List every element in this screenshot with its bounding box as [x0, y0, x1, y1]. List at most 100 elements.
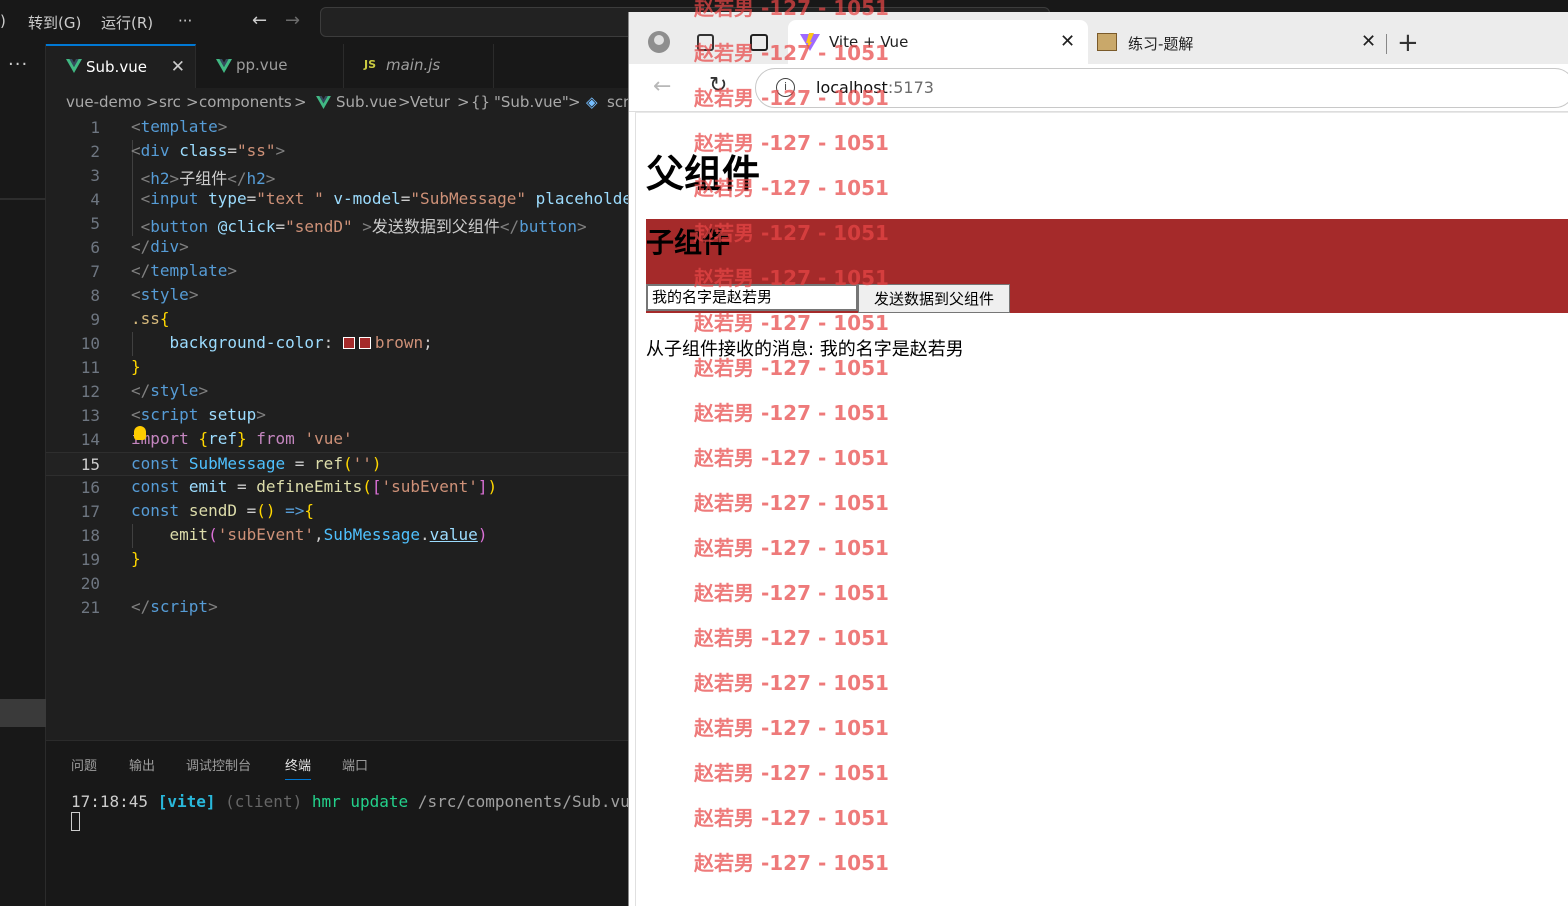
- line-number: 2: [90, 142, 100, 161]
- panel-tab-output[interactable]: 输出: [129, 755, 155, 774]
- code-line: 12 </style>: [46, 380, 646, 404]
- line-number: 1: [90, 118, 100, 137]
- breadcrumb-sep: >: [186, 93, 199, 111]
- site-favicon: [1097, 33, 1117, 51]
- url-text: localhost:5173: [816, 78, 934, 97]
- new-tab-button[interactable]: +: [1397, 28, 1419, 58]
- browser-window: Vite + Vue ✕ 练习-题解 ✕ + ← ↻ i localhost:5…: [628, 12, 1568, 906]
- bottom-panel: 问题 输出 调试控制台 终端 端口 17:18:45 [vite] (clien…: [46, 740, 646, 906]
- code-line: 17 const sendD =() =>{: [46, 500, 646, 524]
- parent-heading: 父组件: [646, 152, 761, 196]
- vertical-tabs-icon[interactable]: [750, 34, 768, 51]
- editor-tab-bar: Sub.vue ✕ pp.vue JS main.js: [46, 44, 646, 88]
- line-number: 21: [80, 598, 100, 617]
- breadcrumb-sep: >: [398, 93, 411, 111]
- code-line: 7 </template>: [46, 260, 646, 284]
- tab-label: main.js: [386, 56, 441, 74]
- page-viewport: 父组件 子组件 我的名字是赵若男 发送数据到父组件 从子组件接收的消息: 我的名…: [635, 112, 1568, 906]
- breadcrumb-item[interactable]: Vetur: [410, 93, 450, 111]
- line-number: 18: [80, 526, 100, 545]
- arrow-right-icon[interactable]: →: [285, 10, 300, 31]
- menu-item-goto[interactable]: 转到(G): [28, 12, 81, 33]
- browser-tab-vite[interactable]: Vite + Vue ✕: [788, 20, 1088, 64]
- browser-tab-practice[interactable]: 练习-题解 ✕: [1091, 20, 1381, 64]
- divider: [1386, 34, 1387, 54]
- screen: ) 转到(G) 运行(R) ··· ← → ··· Sub.vue ✕ pp.v…: [0, 0, 1568, 906]
- color-swatch[interactable]: [342, 337, 355, 349]
- close-icon[interactable]: ✕: [1060, 31, 1075, 52]
- activity-bar: ···: [0, 44, 46, 906]
- menu-item-run[interactable]: 运行(R): [101, 12, 153, 33]
- code-line: 13 <script setup>: [46, 404, 646, 428]
- cube-icon: ◈: [586, 93, 598, 111]
- code-line: 11}: [46, 356, 646, 380]
- more-icon[interactable]: ···: [8, 54, 28, 75]
- breadcrumb-sep: >: [568, 93, 581, 111]
- line-number: 7: [90, 262, 100, 281]
- url-input[interactable]: i localhost:5173: [755, 68, 1568, 108]
- line-number: 6: [90, 238, 100, 257]
- child-heading: 子组件: [646, 226, 731, 259]
- code-line: 21 </script>: [46, 596, 646, 620]
- breadcrumb-sep: >: [294, 93, 307, 111]
- line-number: 11: [80, 358, 100, 377]
- code-line: 2 <div class="ss">: [46, 140, 646, 164]
- code-line: 1 <template>: [46, 116, 646, 140]
- panel-tab-problems[interactable]: 问题: [71, 755, 97, 774]
- breadcrumb-item[interactable]: vue-demo: [66, 93, 142, 111]
- line-number: 13: [80, 406, 100, 425]
- panel-tab-terminal[interactable]: 终端: [285, 755, 312, 780]
- back-arrow-icon[interactable]: ←: [653, 74, 671, 99]
- code-editor[interactable]: 1 <template> 2 <div class="ss"> 3 <h2>子组件<…: [46, 116, 646, 736]
- breadcrumb-sep: >: [146, 93, 159, 111]
- tab-label: Sub.vue: [86, 58, 147, 76]
- code-line: 18 emit('subEvent',SubMessage.value): [46, 524, 646, 548]
- tab-sub-vue[interactable]: Sub.vue ✕: [46, 44, 196, 88]
- message-input[interactable]: 我的名字是赵若男: [646, 284, 858, 311]
- breadcrumb-item[interactable]: components: [199, 93, 292, 111]
- breadcrumb-item[interactable]: scr: [607, 93, 629, 111]
- line-number: 9: [90, 310, 100, 329]
- code-line: 19}: [46, 548, 646, 572]
- code-line-current: 15 const SubMessage = ref(''): [46, 452, 646, 476]
- tab-main-js[interactable]: JS main.js: [344, 44, 494, 88]
- close-icon[interactable]: ✕: [171, 57, 185, 77]
- info-icon[interactable]: i: [776, 78, 795, 97]
- tab-pp-vue[interactable]: pp.vue: [196, 44, 344, 88]
- collections-icon[interactable]: [697, 34, 714, 51]
- line-number: 16: [80, 478, 100, 497]
- received-message: 从子组件接收的消息: 我的名字是赵若男: [646, 339, 964, 360]
- profile-icon[interactable]: [648, 31, 670, 53]
- terminal-cursor[interactable]: [71, 812, 80, 831]
- code-line: 10 background-color: brown;: [46, 332, 646, 356]
- breadcrumb-item[interactable]: Sub.vue: [336, 93, 397, 111]
- code-line: 8 <style>: [46, 284, 646, 308]
- activity-highlight[interactable]: [0, 699, 46, 727]
- line-number: 3: [90, 166, 100, 185]
- panel-tab-debug-console[interactable]: 调试控制台: [186, 755, 251, 774]
- reload-icon[interactable]: ↻: [709, 73, 727, 98]
- menu-item-partial[interactable]: ): [0, 12, 6, 30]
- breadcrumb: vue-demo > src > components > Sub.vue > …: [46, 88, 646, 116]
- panel-tab-ports[interactable]: 端口: [342, 755, 368, 774]
- tab-label: pp.vue: [236, 56, 288, 74]
- close-icon[interactable]: ✕: [1361, 31, 1376, 52]
- child-component: 子组件 我的名字是赵若男 发送数据到父组件: [646, 219, 1568, 313]
- breadcrumb-item[interactable]: src: [159, 93, 181, 111]
- arrow-left-icon[interactable]: ←: [252, 10, 267, 31]
- breadcrumb-item[interactable]: "Sub.vue": [494, 93, 569, 111]
- lightbulb-icon[interactable]: [134, 426, 146, 440]
- browser-tab-strip: Vite + Vue ✕ 练习-题解 ✕ +: [629, 12, 1568, 64]
- send-to-parent-button[interactable]: 发送数据到父组件: [858, 284, 1010, 313]
- code-line: 9 .ss{: [46, 308, 646, 332]
- js-icon: JS: [364, 58, 377, 71]
- color-swatch[interactable]: [358, 337, 371, 349]
- menu-more-button[interactable]: ···: [178, 12, 192, 30]
- braces-icon: {}: [471, 93, 491, 111]
- vue-icon: [66, 59, 82, 73]
- code-line: 16 const emit = defineEmits(['subEvent']): [46, 476, 646, 500]
- line-number: 20: [80, 574, 100, 593]
- code-line: 6 </div>: [46, 236, 646, 260]
- vue-icon: [316, 96, 331, 109]
- line-number: 10: [80, 334, 100, 353]
